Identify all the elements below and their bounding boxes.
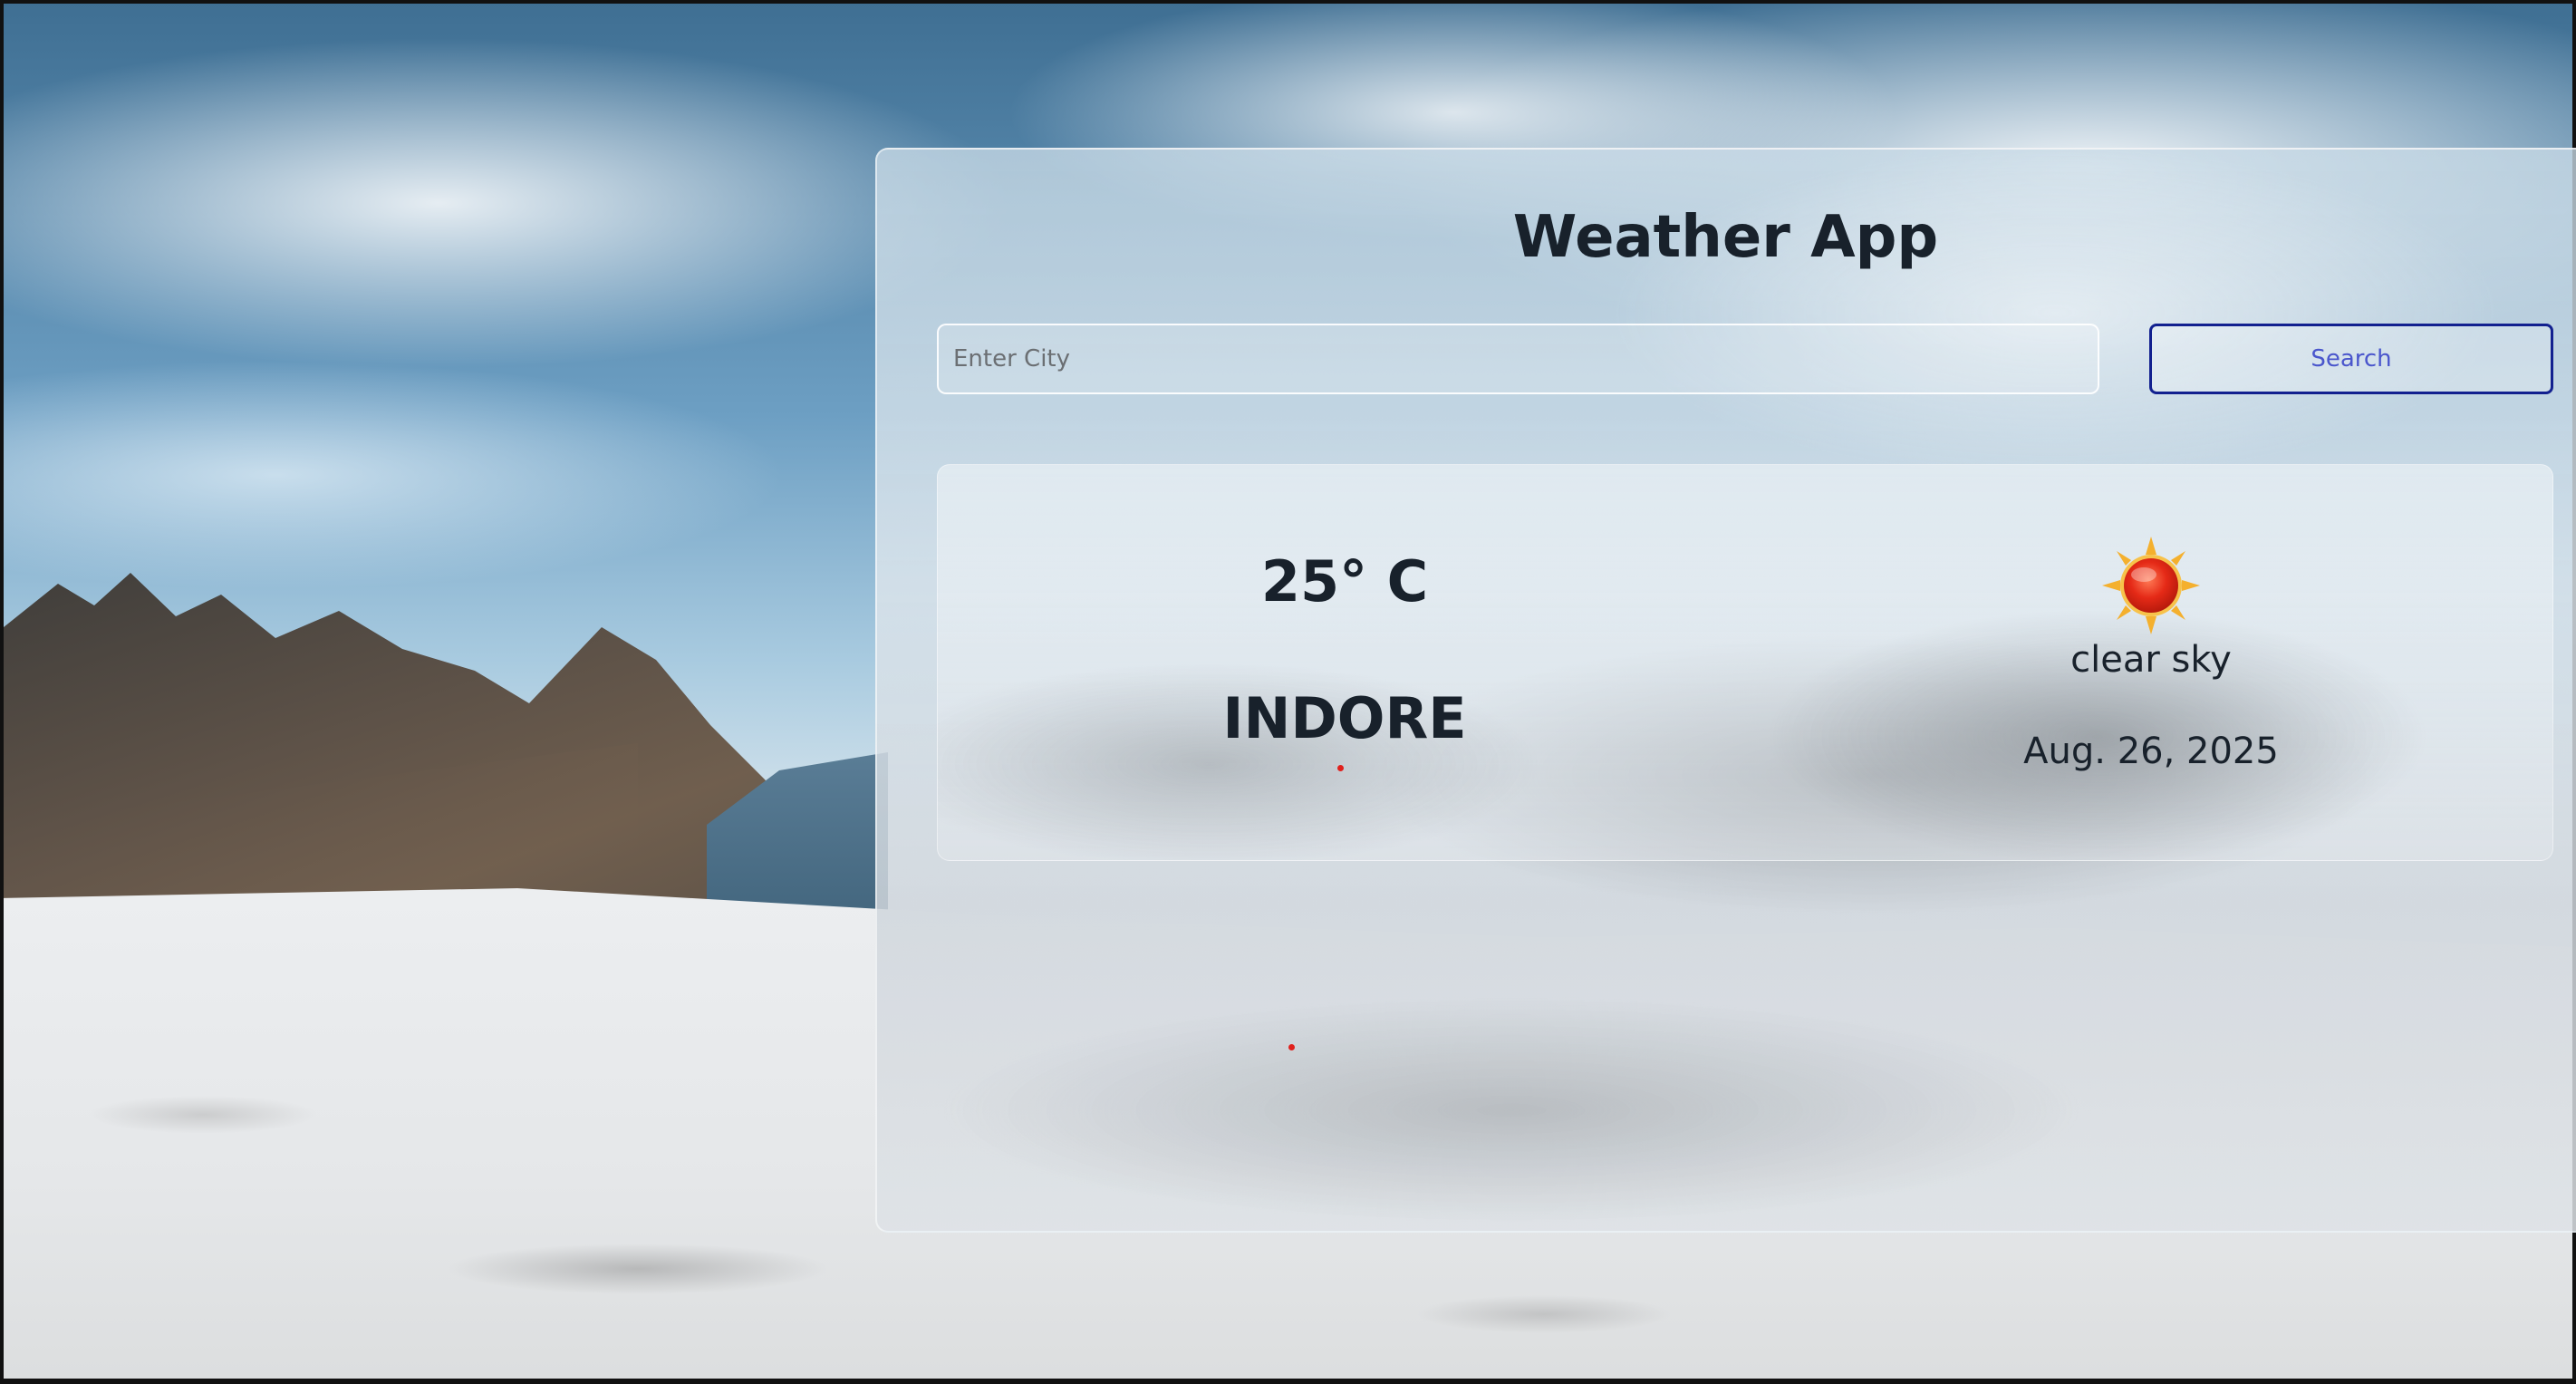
- weather-date: Aug. 26, 2025: [2023, 731, 2279, 772]
- temperature-value: 25° C: [1260, 548, 1429, 615]
- city-search-input[interactable]: [937, 324, 2099, 394]
- weather-description: clear sky: [2070, 639, 2232, 681]
- search-button[interactable]: Search: [2149, 324, 2553, 394]
- sun-icon: [2100, 535, 2202, 636]
- marker-dot: [1288, 1044, 1295, 1050]
- city-name: INDORE: [1222, 685, 1467, 751]
- app-window: Weather App Search 25° C INDORE: [0, 0, 2576, 1384]
- app-title: Weather App: [1512, 204, 1939, 271]
- marker-dot: [1337, 765, 1344, 771]
